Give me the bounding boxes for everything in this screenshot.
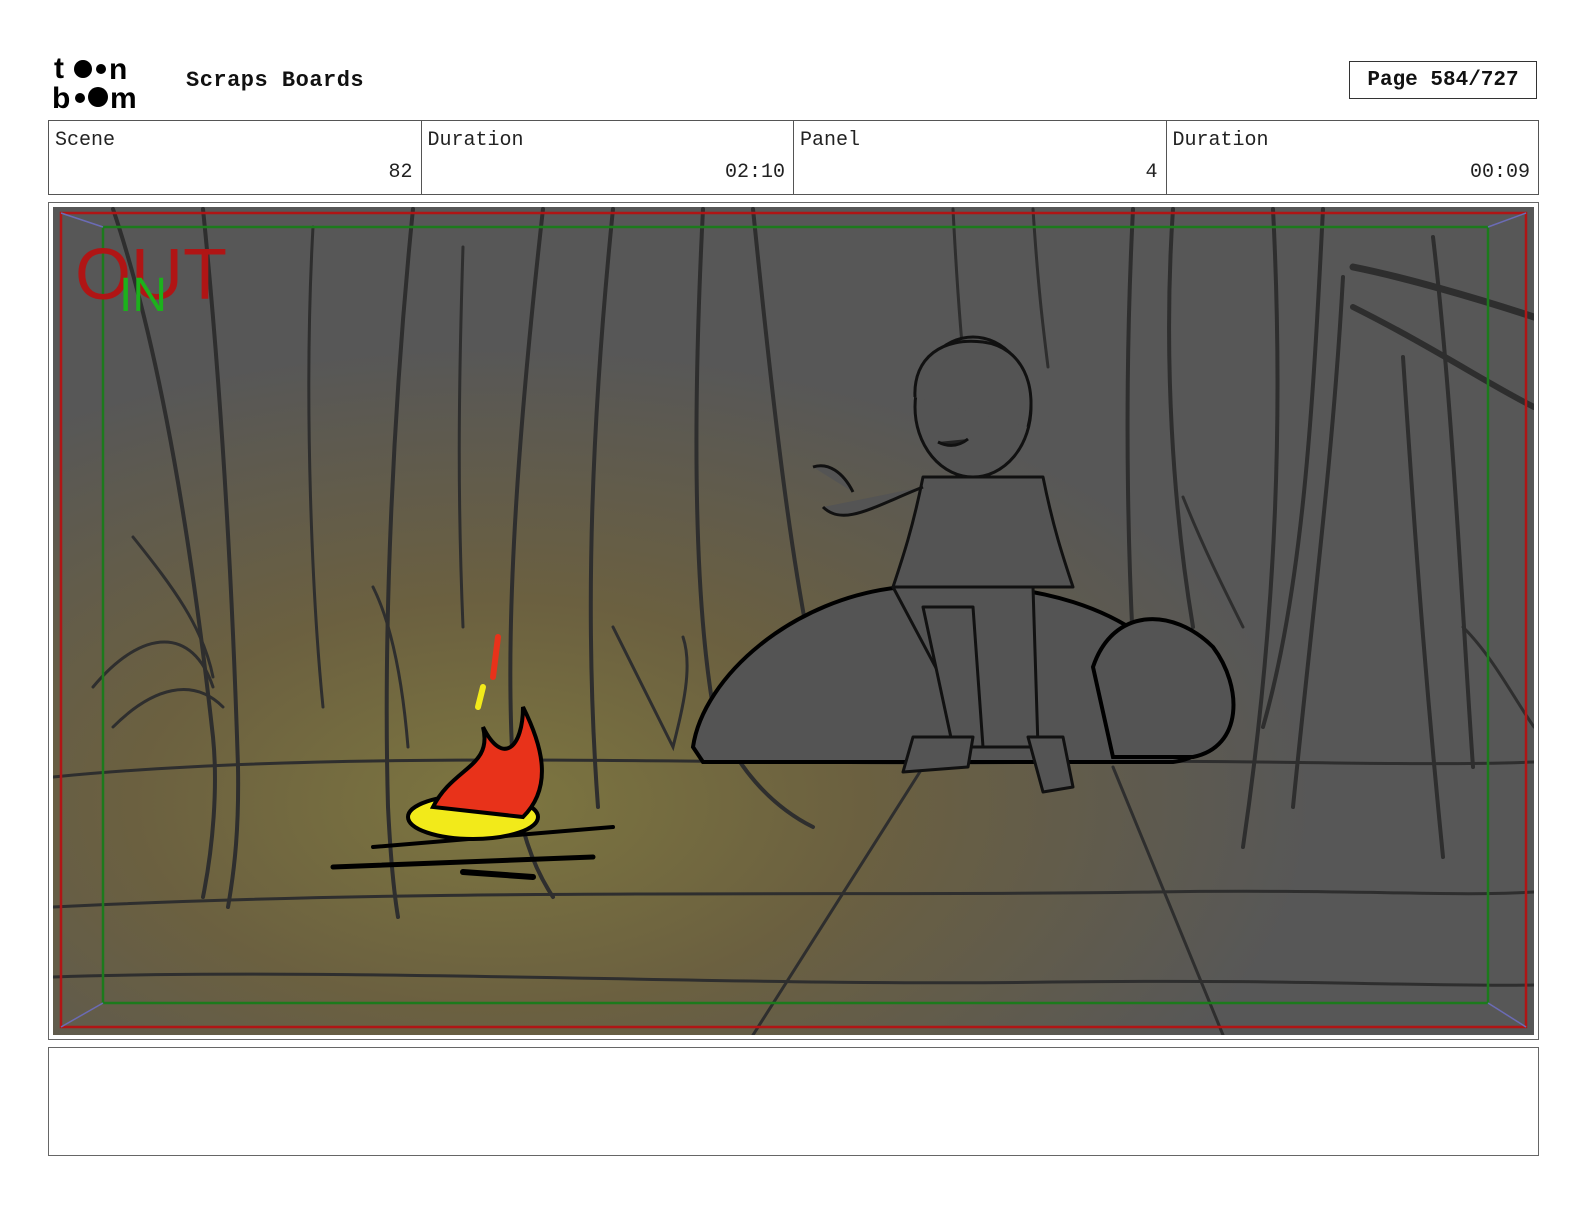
panel-value: 4 <box>1145 161 1158 184</box>
page-indicator: Page 584/727 <box>1349 61 1537 99</box>
storyboard-drawing: OUT IN <box>53 207 1534 1035</box>
scene-duration-value: 02:10 <box>724 161 785 184</box>
panel-duration-value: 00:09 <box>1469 161 1530 184</box>
scene-duration-label: Duration <box>427 129 524 152</box>
panel-duration-cell: Duration 00:09 <box>1167 121 1539 194</box>
panel-info-row: Scene 82 Duration 02:10 Panel 4 Duration… <box>48 120 1539 195</box>
in-marker: IN <box>119 269 167 322</box>
toon-boom-logo-icon: t n b m <box>52 52 137 110</box>
project-title: Scraps Boards <box>186 68 365 93</box>
panel-cell: Panel 4 <box>794 121 1167 194</box>
svg-text:b: b <box>52 82 70 110</box>
svg-text:m: m <box>110 82 137 110</box>
scene-label: Scene <box>55 129 116 152</box>
panel-duration-label: Duration <box>1172 129 1269 152</box>
storyboard-panel-frame: OUT IN <box>48 202 1539 1040</box>
svg-text:t: t <box>54 52 64 85</box>
scene-value: 82 <box>388 161 413 184</box>
panel-notes-box[interactable] <box>48 1047 1539 1156</box>
scene-cell: Scene 82 <box>49 121 422 194</box>
scene-duration-cell: Duration 02:10 <box>422 121 794 194</box>
panel-label: Panel <box>800 129 861 152</box>
